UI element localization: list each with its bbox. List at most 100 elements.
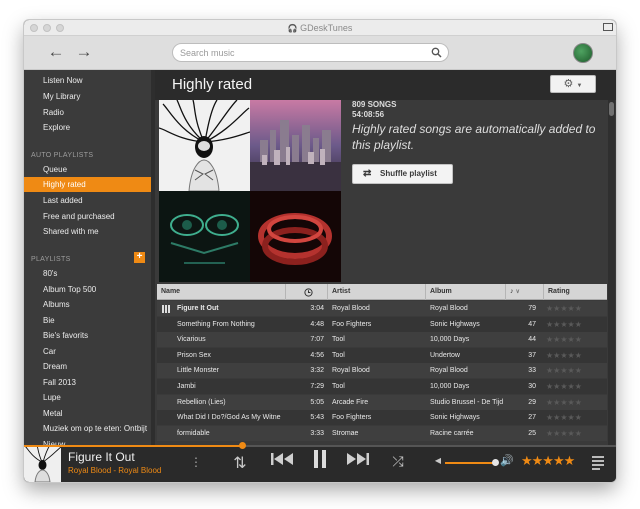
sidebar-item-playlist[interactable]: Fall 2013 [24, 375, 151, 390]
previous-track-icon[interactable] [268, 451, 296, 472]
search-box [172, 43, 449, 62]
rating-stars[interactable]: ★★★★★ [546, 410, 606, 425]
table-row[interactable]: What Did I Do?/God As My Witne 5:43 Foo Fi… [157, 410, 607, 426]
scrollbar-thumb[interactable] [609, 102, 614, 116]
cell-artist: Royal Blood [332, 367, 370, 375]
sidebar-item-playlist[interactable]: Dream [24, 359, 151, 374]
mini-player-icon[interactable] [603, 23, 613, 31]
queue-icon[interactable] [592, 456, 604, 470]
volume-up-icon[interactable]: 🔊 [500, 454, 514, 467]
table-row[interactable]: Little Monster 3:32 Royal Blood Royal Blood… [157, 363, 607, 379]
sidebar-item-playlist[interactable]: Albums [24, 297, 151, 312]
table-row[interactable]: Vicarious 7:07 Tool 10,000 Days 44 ★★★★★ [157, 332, 607, 348]
cell-album: Sonic Highways [430, 320, 480, 328]
sidebar-item-explore[interactable]: Explore [24, 120, 151, 135]
cell-name: Little Monster [177, 367, 220, 375]
now-playing-title: Figure It Out [68, 450, 135, 464]
forward-arrow-icon[interactable]: → [72, 40, 96, 64]
rating-stars[interactable]: ★★★★★ [546, 395, 606, 410]
cell-plays: 44 [528, 336, 536, 344]
sidebar-item-playlist[interactable]: 80's [24, 266, 151, 281]
avatar[interactable] [573, 43, 593, 63]
sidebar-item-free-and-purchased[interactable]: Free and purchased [24, 209, 151, 224]
search-icon[interactable] [431, 47, 442, 58]
volume-slider[interactable] [445, 462, 497, 464]
progress-handle[interactable] [239, 442, 247, 449]
sidebar-item-playlist[interactable]: Bie [24, 313, 151, 328]
rating-stars[interactable]: ★★★★★ [546, 348, 606, 363]
now-playing-art[interactable] [24, 445, 61, 482]
sidebar-item-playlist[interactable]: Lupe [24, 390, 151, 405]
sidebar-item-radio[interactable]: Radio [24, 105, 151, 120]
shuffle-playlist-button[interactable]: ⇄ Shuffle playlist [352, 164, 453, 184]
player-menu-icon[interactable]: ⋮ [190, 455, 202, 469]
sidebar-item-playlist[interactable]: Bie's favorits [24, 328, 151, 343]
cell-plays: 30 [528, 383, 536, 390]
close-window-button[interactable] [30, 24, 38, 32]
sidebar-item-playlist[interactable]: Car [24, 344, 151, 359]
volume-knob[interactable] [492, 459, 499, 466]
sidebar-item-playlist[interactable]: Metal [24, 406, 151, 421]
search-input[interactable] [180, 46, 420, 60]
sidebar-item-playlist[interactable]: Muziek om op te eten: Ontbijt [24, 421, 151, 436]
table-header: Name Artist Album ♪ ∨ Rating [157, 284, 607, 300]
sidebar-item-last-added[interactable]: Last added [24, 193, 151, 208]
repeat-icon[interactable]: ⇅ [230, 453, 250, 473]
table-row[interactable]: Jambi 7:29 Tool 10,000 Days 30 ★★★★★ [157, 379, 607, 394]
playlists-heading: PLAYLISTS [31, 256, 71, 263]
back-arrow-icon[interactable]: ← [44, 40, 68, 64]
chevron-down-icon: ∨ [515, 289, 520, 295]
sidebar-item-shared-with-me[interactable]: Shared with me [24, 224, 151, 239]
table-row[interactable]: formidable 3:33 Stromae Racine carrée 25 ★★★★… [157, 425, 607, 441]
column-plays[interactable]: ♪ ∨ [506, 284, 544, 300]
sidebar-item-queue[interactable]: Queue [24, 162, 151, 177]
album-art [159, 191, 250, 282]
rating-stars[interactable]: ★★★★★ [546, 332, 606, 347]
main-scrollbar[interactable] [608, 100, 615, 445]
cell-artist: Tool [332, 336, 345, 344]
table-row[interactable]: Something From Nothing 4:48 Foo Fighters So… [157, 316, 607, 332]
rating-stars[interactable]: ★★★★★ [546, 301, 606, 316]
now-playing-equalizer-icon [162, 305, 171, 313]
table-row[interactable]: Rebellion (Lies) 5:05 Arcade Fire Studio Br… [157, 394, 607, 410]
sidebar-item-playlist[interactable]: Nieuw [24, 437, 151, 445]
cell-album: 10,000 Days [430, 336, 470, 344]
cell-album: Royal Blood [430, 367, 468, 375]
zoom-window-button[interactable] [56, 24, 64, 32]
column-name[interactable]: Name [157, 284, 286, 300]
cell-name: What Did I Do?/God As My Witne [177, 414, 281, 422]
minimize-window-button[interactable] [43, 24, 51, 32]
table-row[interactable]: Prison Sex 4:56 Tool Undertow 37 ★★★★★ [157, 347, 607, 363]
settings-menu-button[interactable]: ⚙ ▼ [550, 75, 596, 93]
gear-icon: ⚙ [563, 78, 574, 90]
rating-stars[interactable]: ★★★★★ [546, 379, 606, 394]
headphones-icon: 🎧 [287, 24, 298, 33]
sidebar-item-my-library[interactable]: My Library [24, 89, 151, 104]
pause-icon[interactable] [310, 449, 330, 474]
cell-time: 3:32 [310, 367, 324, 375]
now-playing-rating[interactable]: ★★★★★ [521, 453, 575, 469]
app-window: 🎧 GDeskTunes ← → Listen Now My Library R… [24, 20, 616, 482]
next-track-icon[interactable] [344, 451, 372, 472]
column-rating[interactable]: Rating [544, 284, 607, 300]
volume-down-icon[interactable]: ◀ [434, 456, 442, 465]
column-album[interactable]: Album [426, 284, 506, 300]
rating-stars[interactable]: ★★★★★ [546, 426, 606, 441]
table-row[interactable]: Figure It Out 3:04 Royal Blood Royal Blood 7… [157, 301, 607, 316]
progress-fill [24, 445, 244, 447]
rating-stars[interactable]: ★★★★★ [546, 317, 606, 332]
cell-time: 5:43 [310, 414, 324, 422]
toolbar: ← → [24, 36, 616, 70]
sidebar-item-listen-now[interactable]: Listen Now [24, 73, 151, 88]
column-time[interactable] [286, 284, 328, 300]
now-playing-artist-album[interactable]: Royal Blood - Royal Blood [68, 466, 161, 475]
column-artist[interactable]: Artist [328, 284, 426, 300]
sidebar-item-highly-rated[interactable]: Highly rated [24, 177, 151, 192]
shuffle-icon[interactable]: ⤮ [388, 453, 408, 470]
cell-name: Figure It Out [177, 305, 219, 312]
sidebar-item-playlist[interactable]: Album Top 500 [24, 282, 151, 297]
rating-stars[interactable]: ★★★★★ [546, 363, 606, 378]
cell-album: Undertow [430, 351, 460, 359]
cell-name: Something From Nothing [177, 320, 255, 328]
add-playlist-button[interactable]: + [134, 252, 145, 263]
